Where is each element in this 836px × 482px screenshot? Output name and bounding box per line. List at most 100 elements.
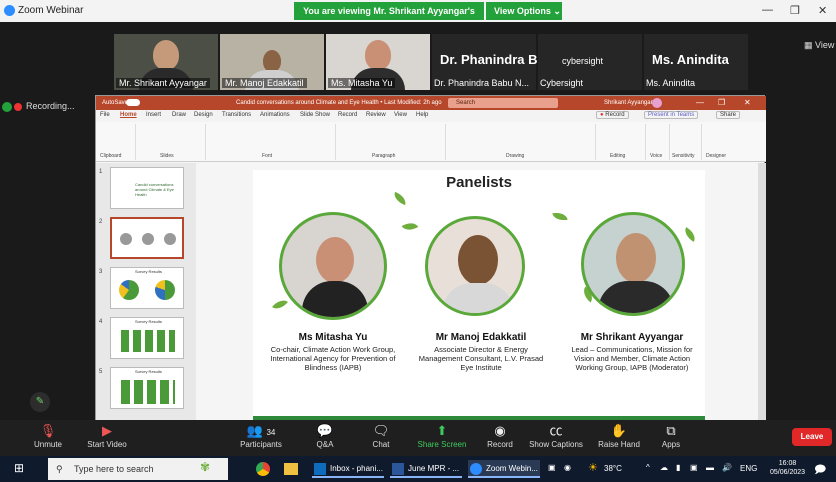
maximize-icon[interactable]: ❐ [790, 4, 800, 17]
tab-view[interactable]: View [394, 112, 407, 118]
thumb-photo [164, 233, 176, 245]
weather-temp[interactable]: 38°C [604, 464, 622, 473]
chat-button[interactable]: 🗨 Chat [366, 420, 396, 456]
tab-file[interactable]: File [100, 112, 110, 118]
tray-network-icon[interactable]: ▬ [706, 463, 714, 472]
tab-transitions[interactable]: Transitions [222, 112, 251, 118]
tab-record[interactable]: Record [338, 112, 357, 118]
participants-button[interactable]: 👥 34 Participants [234, 420, 288, 456]
ppt-search-box[interactable]: Search [448, 98, 558, 108]
view-options-button[interactable]: View Options ⌄ [486, 2, 562, 20]
windows-start-icon[interactable]: ⊞ [14, 461, 24, 475]
ribbon-group-sensitivity[interactable]: Sensitivity [670, 124, 702, 160]
tab-draw[interactable]: Draw [172, 112, 186, 118]
video-tile-phanindra[interactable]: Dr. Phanindra B... Dr. Phanindra Babu N.… [432, 34, 548, 90]
chat-label: Chat [372, 440, 390, 449]
taskbar-app-word[interactable]: June MPR - ... [390, 460, 462, 478]
participants-icon: 👥 34 [246, 423, 276, 438]
apps-button[interactable]: ⧉ Apps [656, 420, 686, 456]
video-tile-anindita[interactable]: Ms. Anindita Ms. Anindita [644, 34, 748, 90]
ppt-avatar[interactable] [652, 98, 662, 108]
close-icon[interactable]: ✕ [818, 4, 827, 17]
ribbon-group-slides[interactable]: Slides [136, 124, 206, 160]
taskbar-app-label: Zoom Webin... [486, 464, 538, 473]
weather-sun-icon[interactable]: ☀ [588, 461, 598, 474]
annotate-pen-icon[interactable]: ✎ [30, 392, 50, 412]
taskbar-extra-icon[interactable]: ▣ [548, 463, 556, 472]
ribbon-group-font[interactable]: Font [206, 124, 336, 160]
video-tile-mitasha[interactable]: Ms. Mitasha Yu [326, 34, 430, 90]
tab-help[interactable]: Help [416, 112, 428, 118]
grid-icon: ▦ [804, 40, 813, 50]
tab-animations[interactable]: Animations [260, 112, 290, 118]
tray-chevron-up-icon[interactable]: ^ [646, 463, 650, 472]
shared-powerpoint-window: AutoSave Candid conversations around Cli… [95, 95, 766, 424]
ppt-share-button[interactable]: Share [716, 111, 741, 119]
video-tile-cybersight[interactable]: cybersight Cybersight [538, 34, 642, 90]
slide-thumbnail-4[interactable]: Survey Results [110, 317, 184, 359]
tray-language[interactable]: ENG [740, 464, 757, 473]
ribbon-group-editing[interactable]: Editing [596, 124, 646, 160]
ribbon-group-label: Voice [650, 153, 663, 159]
tab-review[interactable]: Review [366, 112, 386, 118]
ppt-share-label: Share [720, 112, 737, 118]
ribbon-group-designer[interactable]: Designer [702, 124, 736, 160]
unmute-button[interactable]: 🎙 Unmute [28, 420, 68, 456]
tab-design[interactable]: Design [194, 112, 213, 118]
video-tile-manoj[interactable]: Mr. Manoj Edakkatil [220, 34, 324, 90]
leaf-decoration [401, 219, 419, 234]
slide-canvas[interactable]: Panelists Ms Mitasha Yu Co-chair, Climat… [253, 170, 705, 424]
show-captions-button[interactable]: ㏄ Show Captions [528, 420, 584, 456]
view-layout-button[interactable]: ▦ View [804, 40, 834, 51]
shield-icon[interactable] [2, 102, 12, 112]
tab-insert[interactable]: Insert [146, 112, 161, 118]
share-screen-icon: ⬆ [436, 423, 448, 438]
taskbar-app-zoom[interactable]: Zoom Webin... [468, 460, 540, 478]
chrome-icon[interactable] [256, 462, 270, 476]
tray-volume-icon[interactable]: 🔊 [722, 463, 732, 472]
tray-display-icon[interactable]: ▣ [690, 463, 698, 472]
video-tile-shrikant[interactable]: Mr. Shrikant Ayyangar [114, 34, 218, 90]
leave-button[interactable]: Leave [792, 428, 832, 446]
zoom-logo-icon [4, 5, 15, 16]
ribbon-group-label: Editing [610, 153, 626, 159]
record-button[interactable]: ◉ Record [482, 420, 518, 456]
slide-thumbnail-3[interactable]: Survey Results [110, 267, 184, 309]
minimize-icon[interactable]: — [762, 4, 773, 16]
tray-cloud-icon[interactable]: ☁ [660, 463, 668, 472]
tab-slideshow[interactable]: Slide Show [300, 112, 330, 118]
ribbon-group-clipboard[interactable]: Clipboard [96, 124, 136, 160]
slide-thumbnail-5[interactable]: Survey Results [110, 367, 184, 409]
ppt-close-icon[interactable]: ✕ [744, 98, 751, 107]
autosave-toggle[interactable] [126, 99, 140, 106]
taskbar-clock[interactable]: 16:08 05/06/2023 [770, 459, 805, 477]
tray-battery-icon[interactable]: ▮ [676, 463, 680, 472]
slide-thumbnail-1[interactable]: Candid conversations around Climate & Ey… [110, 167, 184, 209]
ribbon-group-voice[interactable]: Voice [646, 124, 670, 160]
raise-hand-button[interactable]: ✋ Raise Hand [594, 420, 644, 456]
taskbar-extra-icon[interactable]: ◉ [564, 463, 571, 472]
autosave-label: AutoSave [102, 100, 129, 106]
qa-button[interactable]: 💬 Q&A [310, 420, 340, 456]
present-in-teams-button[interactable]: Present in Teams [644, 111, 699, 119]
ribbon-group-paragraph[interactable]: Paragraph [336, 124, 446, 160]
ppt-maximize-icon[interactable]: ❐ [718, 98, 725, 107]
tile-big-name: Dr. Phanindra B... [440, 52, 549, 67]
ppt-record-button[interactable]: ● Record [596, 111, 629, 119]
notifications-icon[interactable]: 🗩 [814, 461, 826, 480]
taskbar-app-outlook[interactable]: Inbox - phani... [312, 460, 384, 478]
plant-widget-icon[interactable]: ✾ [200, 460, 210, 474]
slide-scrollbar[interactable] [758, 163, 766, 424]
thumb-bars [121, 330, 175, 352]
ppt-ribbon-tabs: File Home Insert Draw Design Transitions… [96, 110, 766, 122]
share-screen-button[interactable]: ⬆ Share Screen [414, 420, 470, 456]
tab-home[interactable]: Home [120, 112, 137, 118]
windows-taskbar: ⊞ ⚲ Type here to search ✾ Inbox - phani..… [0, 456, 836, 482]
ppt-minimize-icon[interactable]: — [696, 98, 704, 107]
ribbon-group-drawing[interactable]: Drawing [446, 124, 596, 160]
start-video-button[interactable]: ▶ Start Video [82, 420, 132, 456]
file-explorer-icon[interactable] [284, 463, 298, 475]
video-off-icon: ▶ [102, 423, 112, 438]
clock-time: 16:08 [778, 460, 797, 467]
slide-thumbnail-2[interactable] [110, 217, 184, 259]
